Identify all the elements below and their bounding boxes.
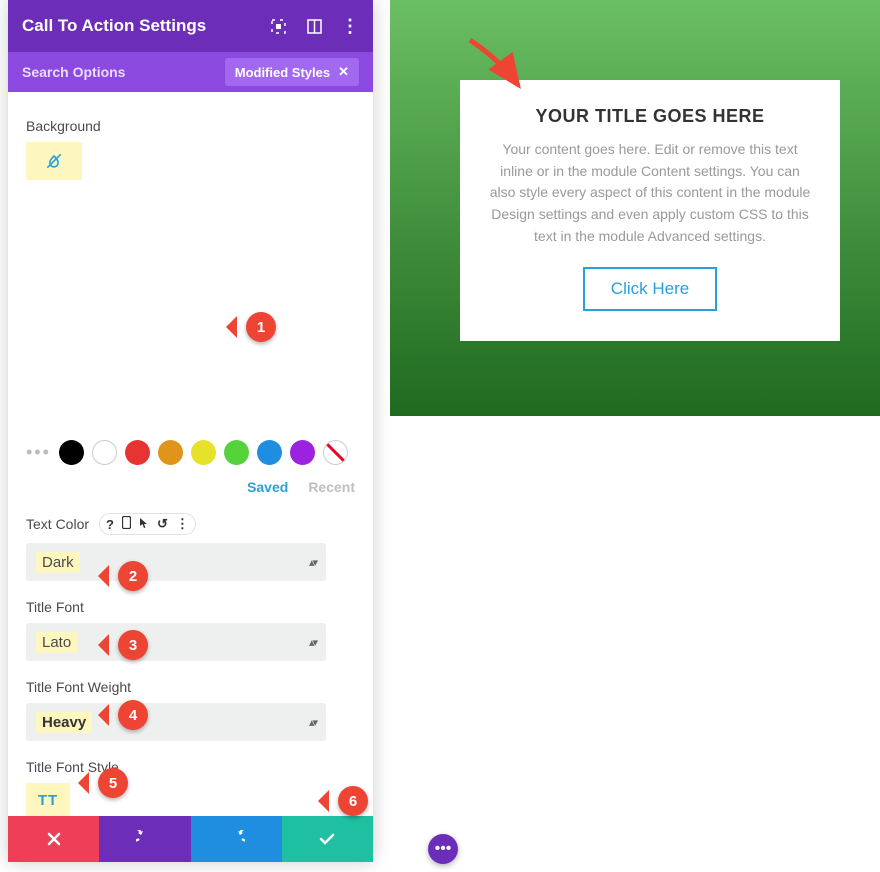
- help-icon[interactable]: ?: [106, 517, 114, 532]
- swatch-red[interactable]: [125, 440, 150, 465]
- cta-title[interactable]: YOUR TITLE GOES HERE: [488, 106, 812, 127]
- expand-icon[interactable]: [269, 17, 287, 35]
- chevron-updown-icon: ▴▾: [309, 716, 316, 729]
- panel-subheader: Search Options Modified Styles ✕: [8, 52, 373, 92]
- callout-4: 4: [118, 700, 148, 730]
- cta-button[interactable]: Click Here: [583, 267, 717, 311]
- settings-panel: Call To Action Settings ⋮ Search Options…: [8, 0, 373, 862]
- filter-pill-label: Modified Styles: [235, 65, 330, 80]
- background-label: Background: [26, 118, 355, 134]
- color-palette: •••: [26, 440, 355, 465]
- text-color-value: Dark: [36, 552, 80, 573]
- swatch-blue[interactable]: [257, 440, 282, 465]
- swatch-black[interactable]: [59, 440, 84, 465]
- title-font-label: Title Font: [26, 599, 355, 615]
- reset-icon[interactable]: ↺: [157, 516, 168, 532]
- title-font-select[interactable]: Lato ▴▾: [26, 623, 326, 661]
- swatch-white[interactable]: [92, 440, 117, 465]
- swatch-purple[interactable]: [290, 440, 315, 465]
- chevron-updown-icon: ▴▾: [309, 556, 316, 569]
- kebab-icon[interactable]: ⋮: [341, 17, 359, 35]
- tab-saved[interactable]: Saved: [247, 479, 288, 495]
- cta-module[interactable]: YOUR TITLE GOES HERE Your content goes h…: [460, 80, 840, 341]
- phone-icon[interactable]: [122, 516, 131, 532]
- title-font-weight-value: Heavy: [36, 712, 92, 733]
- fab-more-button[interactable]: •••: [428, 834, 458, 864]
- palette-more-icon[interactable]: •••: [26, 442, 51, 463]
- more-icon[interactable]: ⋮: [176, 516, 189, 532]
- panel-body: Background 1 ••• Saved Recent Text Color…: [8, 92, 373, 816]
- field-toolbar: ? ↺ ⋮: [99, 513, 196, 535]
- callout-1: 1: [246, 312, 276, 342]
- swatch-none[interactable]: [323, 440, 348, 465]
- filter-pill[interactable]: Modified Styles ✕: [225, 58, 359, 86]
- title-font-value: Lato: [36, 632, 77, 653]
- close-icon[interactable]: ✕: [338, 64, 349, 80]
- title-font-weight-label: Title Font Weight: [26, 679, 355, 695]
- callout-2: 2: [118, 561, 148, 591]
- uppercase-toggle[interactable]: TT: [26, 783, 70, 816]
- background-swatch[interactable]: [26, 142, 82, 180]
- saved-recent-tabs: Saved Recent: [26, 479, 355, 495]
- cancel-button[interactable]: [8, 816, 99, 862]
- callout-6: 6: [338, 786, 368, 816]
- swatch-yellow[interactable]: [191, 440, 216, 465]
- panel-header: Call To Action Settings ⋮: [8, 0, 373, 52]
- swatch-green[interactable]: [224, 440, 249, 465]
- cta-body[interactable]: Your content goes here. Edit or remove t…: [488, 139, 812, 247]
- callout-3: 3: [118, 630, 148, 660]
- save-button[interactable]: [282, 816, 373, 862]
- hover-icon[interactable]: [139, 517, 149, 532]
- title-font-weight-select[interactable]: Heavy ▴▾: [26, 703, 326, 741]
- action-bar: [8, 816, 373, 862]
- search-options-label[interactable]: Search Options: [22, 64, 125, 80]
- text-color-select[interactable]: Dark ▴▾: [26, 543, 326, 581]
- undo-button[interactable]: [99, 816, 190, 862]
- swatch-orange[interactable]: [158, 440, 183, 465]
- panel-title: Call To Action Settings: [22, 16, 206, 36]
- redo-button[interactable]: [191, 816, 282, 862]
- layout-icon[interactable]: [305, 17, 323, 35]
- callout-5: 5: [98, 768, 128, 798]
- pointer-arrow-icon: [460, 30, 540, 100]
- text-color-label: Text Color ? ↺ ⋮: [26, 513, 355, 535]
- tab-recent[interactable]: Recent: [308, 479, 355, 495]
- title-font-style-label: Title Font Style: [26, 759, 355, 775]
- chevron-updown-icon: ▴▾: [309, 636, 316, 649]
